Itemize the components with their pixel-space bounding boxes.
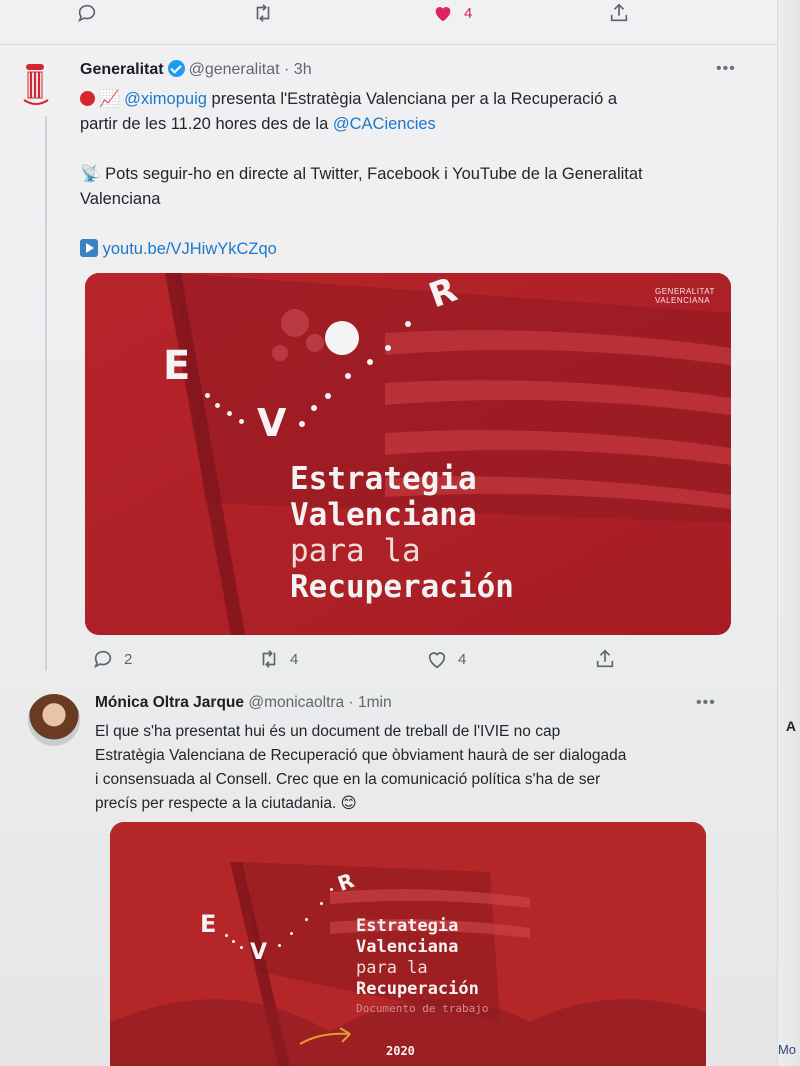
reply-icon — [78, 4, 96, 23]
play-button-emoji-icon — [80, 239, 98, 257]
ev-card-title: Estrategia Valenciana para la Recuperaci… — [290, 461, 514, 605]
card-year: 2020 — [386, 1044, 415, 1058]
ev-dot — [299, 421, 305, 427]
satellite-emoji-icon: 📡 — [80, 165, 101, 183]
retweet-action-top[interactable] — [252, 2, 274, 24]
screen: 4 Generalitat @generalitat · 3h ••• 📈 @xi… — [0, 0, 800, 1066]
ev-letter-v: V — [250, 940, 268, 965]
gv-card-logo: GENERALITAT VALENCIANA — [655, 287, 715, 305]
ev-dot — [305, 918, 308, 921]
edge-text: A — [785, 718, 796, 734]
ev-dot — [290, 932, 293, 935]
ev-letter-e: E — [200, 910, 217, 938]
tweet2-time[interactable]: · 1min — [349, 694, 392, 711]
red-circle-emoji-icon — [80, 91, 95, 106]
ev-dot — [330, 888, 333, 891]
ev-dot — [232, 940, 235, 943]
tweet1-share-action[interactable] — [594, 648, 616, 670]
tweet1-media-card[interactable]: GENERALITAT VALENCIANA E V R Estrategia V… — [85, 273, 731, 635]
tweet1-author-name[interactable]: Generalitat — [80, 61, 164, 78]
tweet2-handle[interactable]: @monicaoltra — [248, 694, 344, 711]
tweet2-media-card[interactable]: E V R Estrategia Valenciana para la Recu… — [110, 822, 706, 1066]
more-options-icon[interactable]: ••• — [696, 694, 716, 712]
thread-line — [45, 116, 47, 671]
ev-dot — [227, 411, 232, 416]
tweet1-like-action[interactable]: 4 — [426, 648, 466, 670]
ev-dot — [325, 393, 331, 399]
tweet1-text: 📈 @ximopuig presenta l'Estratègia Valenc… — [80, 90, 643, 258]
ev-dot — [225, 934, 228, 937]
like-action-top[interactable]: 4 — [432, 2, 472, 24]
chart-emoji-icon: 📈 — [99, 90, 120, 108]
retweet-icon — [256, 4, 270, 22]
heart-icon — [428, 652, 446, 669]
ev-dot — [385, 345, 391, 351]
ev-dot — [367, 359, 373, 365]
ev-dot — [215, 403, 220, 408]
tweet2-author-name[interactable]: Mónica Oltra Jarque — [95, 694, 244, 711]
ev-dot — [345, 373, 351, 379]
ev-letter-v: V — [257, 401, 287, 445]
retweet-icon — [262, 650, 276, 668]
tweet2-text: El que s'ha presentat hui és un document… — [95, 723, 627, 812]
tweet1-reply-action[interactable]: 2 — [92, 648, 132, 670]
adjacent-panel-edge: A Mo — [777, 0, 800, 1066]
tweet2-header: Mónica Oltra Jarque @monicaoltra · 1min — [95, 694, 392, 712]
verified-badge-icon — [167, 60, 185, 77]
tweet1-mention-link[interactable]: @ximopuig — [124, 90, 207, 108]
ev-big-dot — [325, 321, 359, 355]
ev-card-title: Estrategia Valenciana para la Recuperaci… — [356, 916, 489, 1015]
heart-filled-icon — [435, 7, 451, 22]
ev-letter-e: E — [163, 343, 191, 389]
monica-oltra-avatar[interactable] — [28, 694, 80, 746]
edge-text: Mo — [777, 1042, 796, 1057]
share-icon — [610, 3, 628, 22]
ev-dot — [205, 393, 210, 398]
tweet1-time[interactable]: · 3h — [284, 61, 312, 78]
more-options-icon[interactable]: ••• — [716, 60, 736, 78]
share-icon — [596, 649, 614, 668]
tweet1-handle[interactable]: @generalitat — [189, 61, 280, 78]
share-action-top[interactable] — [608, 2, 630, 24]
tweet1-mention2-link[interactable]: @CACiencies — [333, 115, 436, 133]
generalitat-avatar[interactable] — [20, 62, 52, 108]
tweet1-retweet-action[interactable]: 4 — [258, 648, 298, 670]
ev-dot — [311, 405, 317, 411]
tweet1-youtube-link[interactable]: youtu.be/VJHiwYkCZqo — [103, 240, 277, 258]
ev-dot — [240, 946, 243, 949]
generalitat-logo-icon — [23, 64, 49, 105]
tweet1-header: Generalitat @generalitat · 3h — [80, 60, 312, 79]
reply-action-top[interactable] — [76, 2, 108, 24]
ev-dot — [405, 321, 411, 327]
ev-dot — [278, 944, 281, 947]
ev-dot — [239, 419, 244, 424]
divider — [0, 44, 778, 45]
reply-icon — [94, 650, 112, 669]
ev-dot — [320, 902, 323, 905]
